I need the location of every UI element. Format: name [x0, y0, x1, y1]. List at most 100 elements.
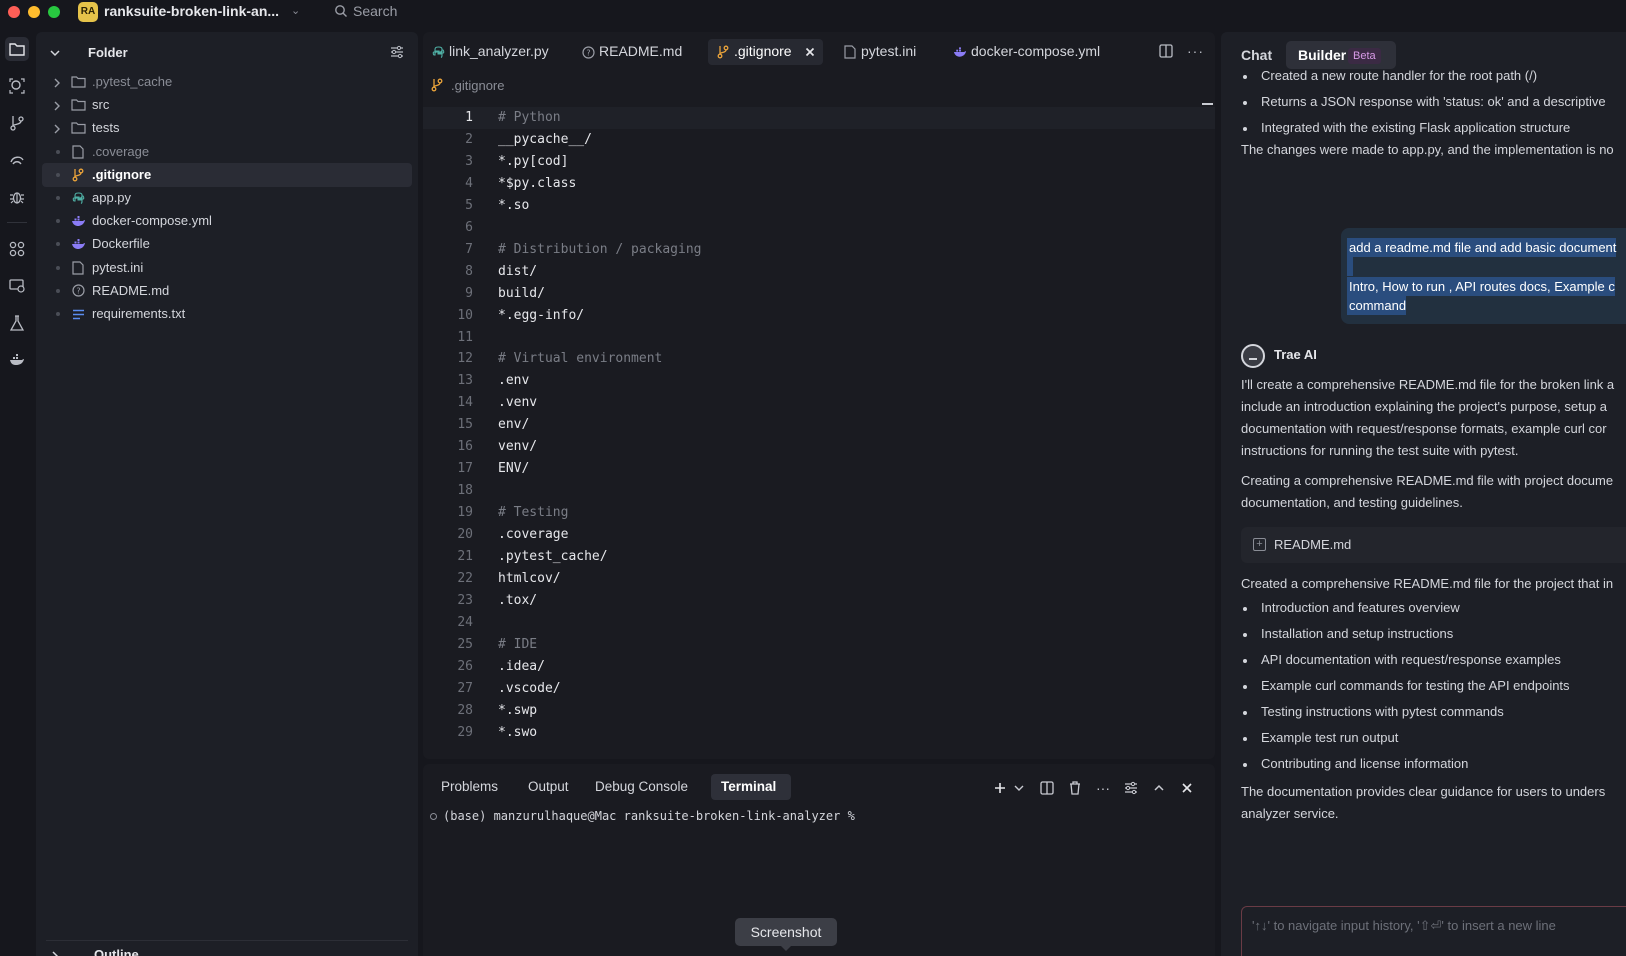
workspace-badge[interactable]: RA: [78, 2, 98, 22]
code-line[interactable]: 21 .pytest_cache/: [423, 546, 1215, 568]
code-line[interactable]: 27 .vscode/: [423, 678, 1215, 700]
code-line[interactable]: 15 env/: [423, 414, 1215, 436]
code-line[interactable]: 28 *.swp: [423, 700, 1215, 722]
more-actions-icon[interactable]: ···: [1094, 779, 1112, 797]
more-actions-icon[interactable]: ···: [1187, 43, 1204, 59]
explorer-icon[interactable]: [5, 37, 29, 61]
code-line[interactable]: 25 # IDE: [423, 634, 1215, 656]
search-icon[interactable]: [334, 4, 348, 21]
user-message-bubble[interactable]: add a readme.md file and add basic docum…: [1341, 228, 1626, 324]
search-bar[interactable]: Search: [353, 3, 397, 19]
folder-header[interactable]: Folder: [36, 42, 418, 64]
editor-tab[interactable]: .gitignore: [708, 39, 823, 65]
tree-file-row[interactable]: ? README.md: [42, 279, 412, 303]
workspace-name[interactable]: ranksuite-broken-link-an...: [104, 3, 279, 19]
code-line[interactable]: 24: [423, 612, 1215, 634]
chevron-right-icon[interactable]: [52, 76, 62, 91]
docker-icon[interactable]: [5, 348, 29, 372]
code-line[interactable]: 2 __pycache__/: [423, 129, 1215, 151]
code-line[interactable]: 20 .coverage: [423, 524, 1215, 546]
testing-flask-icon[interactable]: [5, 311, 29, 335]
editor-tab-label: link_analyzer.py: [449, 43, 549, 59]
tree-file-row[interactable]: .coverage: [42, 140, 412, 164]
code-line[interactable]: 9 build/: [423, 283, 1215, 305]
split-terminal-icon[interactable]: [1038, 779, 1056, 797]
tab-builder[interactable]: Builder Beta: [1286, 41, 1396, 69]
filter-settings-icon[interactable]: [390, 45, 404, 62]
breadcrumb[interactable]: .gitignore: [451, 78, 504, 93]
code-line[interactable]: 6: [423, 217, 1215, 239]
code-line[interactable]: 17 ENV/: [423, 458, 1215, 480]
panel-tab[interactable]: Terminal: [711, 774, 791, 800]
code-line[interactable]: 23 .tox/: [423, 590, 1215, 612]
tree-folder-row[interactable]: .pytest_cache: [42, 70, 412, 94]
editor-tab[interactable]: link_analyzer.py: [423, 39, 563, 65]
source-control-icon[interactable]: [5, 111, 29, 135]
chevron-down-icon[interactable]: [1010, 779, 1028, 797]
editor-tab[interactable]: pytest.ini: [835, 39, 935, 65]
trash-icon[interactable]: [1066, 779, 1084, 797]
minimize-window-button[interactable]: [28, 6, 40, 18]
title-bar: RA ranksuite-broken-link-an... ⌄ Search: [0, 0, 1626, 24]
remote-explorer-icon[interactable]: [5, 274, 29, 298]
close-panel-icon[interactable]: [1178, 779, 1196, 797]
chevron-up-icon[interactable]: [1150, 779, 1168, 797]
chevron-down-icon[interactable]: [50, 46, 60, 61]
code-line[interactable]: 8 dist/: [423, 261, 1215, 283]
chevron-right-icon[interactable]: [52, 122, 62, 137]
tree-file-row[interactable]: app.py: [42, 186, 412, 210]
tree-file-row[interactable]: Dockerfile: [42, 232, 412, 256]
code-line[interactable]: 19 # Testing: [423, 502, 1215, 524]
code-line[interactable]: 5 *.so: [423, 195, 1215, 217]
add-terminal-icon[interactable]: [991, 779, 1009, 797]
code-line[interactable]: 18: [423, 480, 1215, 502]
panel-settings-icon[interactable]: [1122, 779, 1140, 797]
editor-tab[interactable]: docker-compose.yml: [945, 39, 1115, 65]
chevron-right-icon[interactable]: [50, 949, 60, 956]
tree-folder-row[interactable]: src: [42, 93, 412, 117]
remote-icon[interactable]: [5, 148, 29, 172]
panel-tab[interactable]: Debug Console: [585, 774, 703, 800]
terminal-prompt[interactable]: (base) manzurulhaque@Mac ranksuite-broke…: [443, 809, 855, 823]
code-line[interactable]: 16 venv/: [423, 436, 1215, 458]
close-window-button[interactable]: [8, 6, 20, 18]
line-content: *.py[cod]: [498, 153, 569, 169]
editor-tab[interactable]: ? README.md: [573, 39, 691, 65]
docker-icon: [953, 45, 967, 59]
chevron-down-icon[interactable]: ⌄: [291, 4, 300, 17]
user-message-line: Intro, How to run , API routes docs, Exa…: [1347, 277, 1615, 296]
tree-file-row[interactable]: docker-compose.yml: [42, 209, 412, 233]
code-line[interactable]: 10 *.egg-info/: [423, 305, 1215, 327]
code-line[interactable]: 22 htmlcov/: [423, 568, 1215, 590]
outline-section-header[interactable]: Outline: [94, 947, 139, 956]
code-line[interactable]: 26 .idea/: [423, 656, 1215, 678]
code-line[interactable]: 13 .env: [423, 370, 1215, 392]
extensions-icon[interactable]: [5, 237, 29, 261]
tree-folder-row[interactable]: tests: [42, 116, 412, 140]
chat-input-box[interactable]: [1241, 906, 1626, 956]
debug-icon[interactable]: [5, 185, 29, 209]
chat-input[interactable]: [1242, 907, 1626, 943]
panel-tab[interactable]: Output: [518, 774, 578, 800]
code-line[interactable]: 7 # Distribution / packaging: [423, 239, 1215, 261]
split-editor-icon[interactable]: [1159, 44, 1173, 61]
code-line[interactable]: 12 # Virtual environment: [423, 348, 1215, 370]
code-line[interactable]: 3 *.py[cod]: [423, 151, 1215, 173]
chevron-right-icon[interactable]: [52, 99, 62, 114]
panel-tab[interactable]: Problems: [431, 774, 511, 800]
code-line[interactable]: 4 *$py.class: [423, 173, 1215, 195]
search-code-icon[interactable]: [5, 74, 29, 98]
list-item-text: Created a new route handler for the root…: [1261, 68, 1538, 83]
maximize-window-button[interactable]: [48, 6, 60, 18]
code-line[interactable]: 14 .venv: [423, 392, 1215, 414]
code-line[interactable]: 29 *.swo: [423, 722, 1215, 744]
line-content: .idea/: [498, 658, 545, 674]
code-line[interactable]: 1 # Python: [423, 107, 1215, 129]
code-line[interactable]: 11: [423, 327, 1215, 349]
tab-chat[interactable]: Chat: [1241, 47, 1272, 63]
tree-file-row[interactable]: requirements.txt: [42, 302, 412, 326]
tree-file-row[interactable]: .gitignore: [42, 162, 412, 187]
file-chip[interactable]: + README.md: [1241, 527, 1626, 563]
close-tab-icon[interactable]: [805, 45, 815, 60]
tree-file-row[interactable]: pytest.ini: [42, 256, 412, 280]
